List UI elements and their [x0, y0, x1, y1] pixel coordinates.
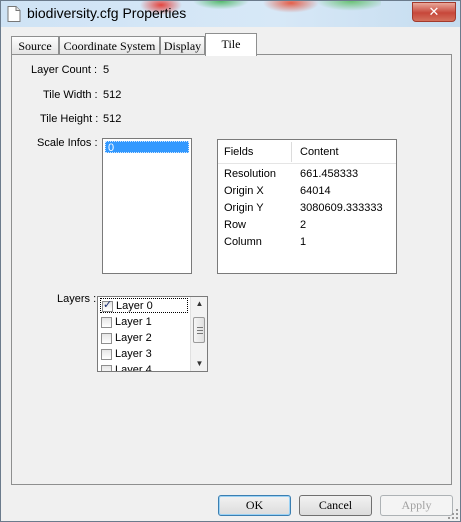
tile-width-value: 512: [103, 89, 122, 101]
layer-checkbox[interactable]: [101, 365, 112, 371]
layers-label: Layers :: [57, 293, 97, 305]
tab-tile-label: Tile: [221, 37, 241, 51]
close-button[interactable]: ✕: [412, 2, 456, 22]
cancel-button[interactable]: Cancel: [299, 495, 372, 516]
tab-tile[interactable]: Tile: [205, 33, 257, 56]
layer-checkbox[interactable]: [101, 333, 112, 344]
layer-label: Layer 2: [115, 332, 152, 344]
table-row-field: Row: [224, 219, 247, 231]
layer-label: Layer 3: [115, 348, 152, 360]
apply-button[interactable]: Apply: [380, 495, 453, 516]
table-row-field: Resolution: [224, 168, 276, 180]
scale-infos-list[interactable]: 0: [102, 138, 192, 274]
tab-source-label: Source: [18, 39, 52, 53]
tab-coordinate-system-label: Coordinate System: [63, 39, 156, 53]
header-fields[interactable]: Fields: [224, 146, 253, 158]
scroll-up-icon[interactable]: ▲: [191, 297, 207, 311]
layer-label: Layer 1: [115, 316, 152, 328]
grip-line: [197, 330, 203, 331]
close-icon: ✕: [428, 4, 440, 19]
tile-height-value: 512: [103, 113, 122, 125]
scale-info-item[interactable]: 0: [105, 141, 189, 154]
layer-label: Layer 4: [115, 364, 152, 372]
layer-count-value: 5: [103, 64, 110, 76]
tab-display[interactable]: Display: [160, 36, 205, 54]
tab-source[interactable]: Source: [11, 36, 59, 54]
table-header: Fields Content: [218, 140, 396, 164]
layer-item-4[interactable]: Layer 4: [100, 363, 188, 372]
window-title: biodiversity.cfg Properties: [27, 5, 187, 21]
table-row-content: 1: [300, 236, 307, 248]
grip-line: [197, 333, 203, 334]
layer-item-1[interactable]: Layer 1: [100, 315, 188, 330]
table-row-field: Origin X: [224, 185, 264, 197]
layer-checkbox[interactable]: ✓: [102, 299, 113, 312]
tile-height-label: Tile Height :: [40, 113, 99, 125]
scale-infos-label: Scale Infos :: [37, 137, 98, 149]
checkmark-icon: ✓: [103, 299, 113, 311]
layer-checkbox[interactable]: [101, 317, 112, 328]
tab-coordinate-system[interactable]: Coordinate System: [59, 36, 160, 54]
layers-scrollbar[interactable]: ▲ ▼: [190, 297, 207, 371]
layer-item-2[interactable]: Layer 2: [100, 331, 188, 346]
table-row-content: 2: [300, 219, 307, 231]
scale-info-details-table: Fields Content Resolution 661.458333 Ori…: [217, 139, 397, 274]
tile-width-label: Tile Width :: [43, 89, 98, 101]
table-row-content: 64014: [300, 185, 331, 197]
layer-count-label: Layer Count :: [31, 64, 98, 76]
layer-item-3[interactable]: Layer 3: [100, 347, 188, 362]
title-bar[interactable]: biodiversity.cfg Properties ✕: [1, 1, 460, 27]
table-row-content: 661.458333: [300, 168, 359, 180]
scroll-down-icon[interactable]: ▼: [191, 357, 207, 371]
header-content[interactable]: Content: [300, 146, 339, 158]
table-row-content: 3080609.333333: [300, 202, 383, 214]
grip-line: [197, 327, 203, 328]
table-row-field: Origin Y: [224, 202, 264, 214]
document-icon: [7, 6, 21, 22]
layer-checkbox[interactable]: [101, 349, 112, 360]
resize-grip-icon[interactable]: [448, 509, 458, 519]
ok-button[interactable]: OK: [218, 495, 291, 516]
table-row-field: Column: [224, 236, 262, 248]
properties-dialog: biodiversity.cfg Properties ✕ Source Coo…: [0, 0, 461, 522]
layer-item-0[interactable]: ✓ Layer 0: [100, 298, 188, 313]
header-divider[interactable]: [291, 142, 292, 162]
tab-display-label: Display: [163, 39, 202, 53]
scrollbar-thumb[interactable]: [193, 317, 205, 343]
layer-label: Layer 0: [116, 300, 153, 312]
layers-checklist[interactable]: ✓ Layer 0 Layer 1 Layer 2 Layer 3 Layer …: [97, 296, 208, 372]
